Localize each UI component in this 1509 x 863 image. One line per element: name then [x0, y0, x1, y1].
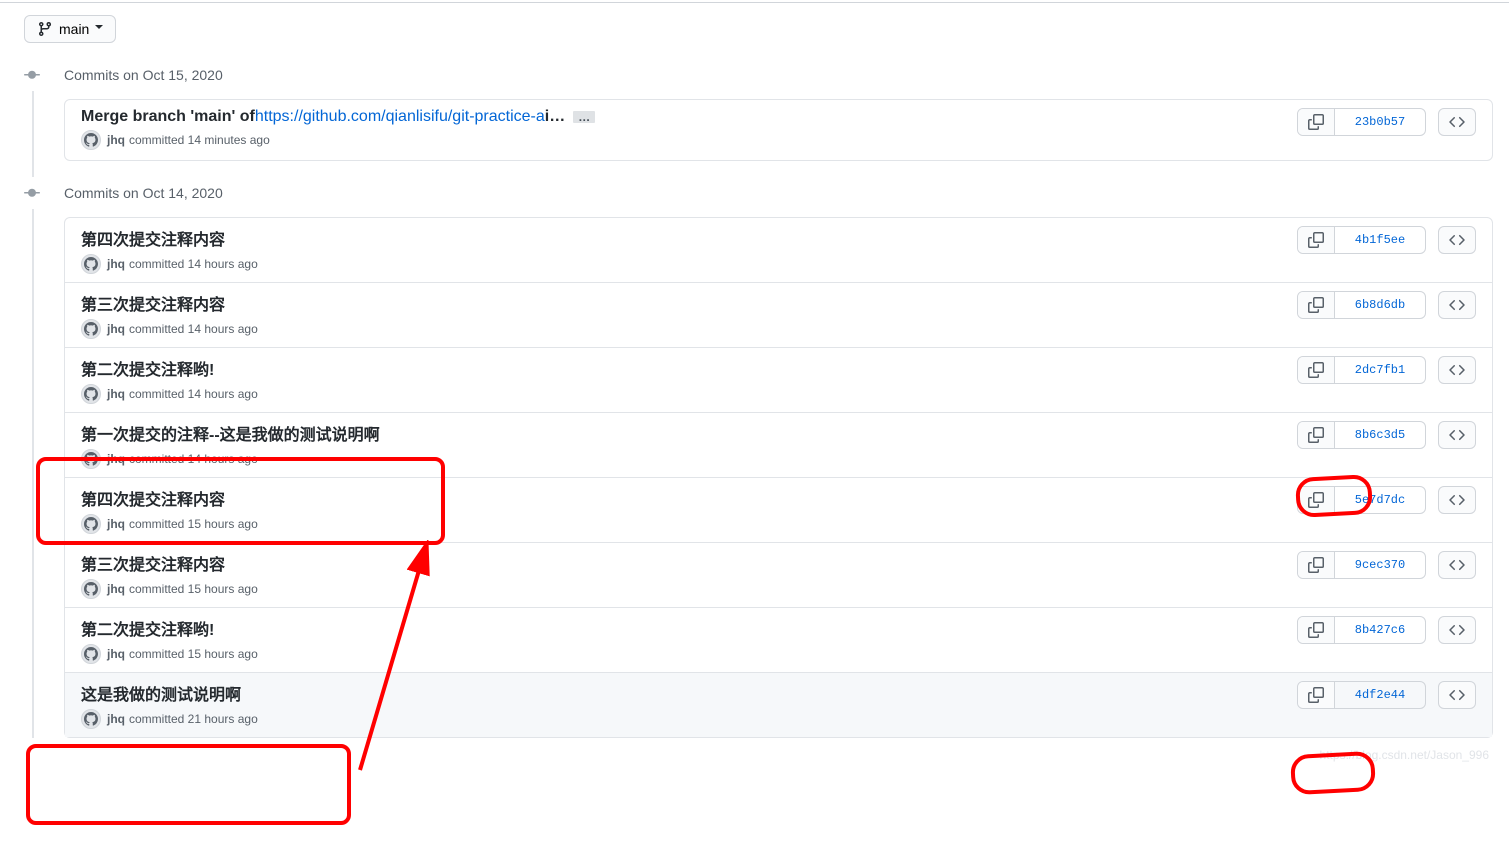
browse-code-button[interactable] — [1438, 486, 1476, 514]
commit-message[interactable]: 第三次提交注释内容 — [81, 551, 225, 575]
copy-sha-button[interactable] — [1298, 617, 1335, 643]
sha-link[interactable]: 4df2e44 — [1335, 682, 1425, 708]
copy-sha-button[interactable] — [1298, 109, 1335, 135]
browse-code-button[interactable] — [1438, 551, 1476, 579]
avatar[interactable] — [81, 319, 101, 339]
copy-sha-button[interactable] — [1298, 552, 1335, 578]
sha-link[interactable]: 9cec370 — [1335, 552, 1425, 578]
commit-message[interactable]: 第二次提交注释哟! — [81, 616, 214, 640]
author-link[interactable]: jhq — [107, 452, 125, 466]
author-link[interactable]: jhq — [107, 647, 125, 661]
copy-sha-button[interactable] — [1298, 227, 1335, 253]
browse-code-button[interactable] — [1438, 108, 1476, 136]
avatar[interactable] — [81, 514, 101, 534]
commit-row: 第二次提交注释哟! jhq committed 14 hours ago 2dc7fb… — [65, 348, 1492, 413]
commit-message[interactable]: 第四次提交注释内容 — [81, 486, 225, 510]
browse-code-button[interactable] — [1438, 616, 1476, 644]
avatar[interactable] — [81, 449, 101, 469]
author-link[interactable]: jhq — [107, 582, 125, 596]
commit-row: 第二次提交注释哟! jhq committed 15 hours ago 8b427c… — [65, 608, 1492, 673]
group-date: Commits on Oct 15, 2020 — [64, 67, 1493, 83]
avatar[interactable] — [81, 384, 101, 404]
commit-row: 第一次提交的注释--这是我做的测试说明啊 jhq committed 14 hour… — [65, 413, 1492, 478]
copy-sha-button[interactable] — [1298, 357, 1335, 383]
sha-link[interactable]: 8b6c3d5 — [1335, 422, 1425, 448]
commit-message[interactable]: 第一次提交的注释--这是我做的测试说明啊 — [81, 421, 380, 445]
commit-time: committed 14 hours ago — [129, 387, 258, 401]
caret-down-icon — [95, 25, 103, 33]
avatar[interactable] — [81, 254, 101, 274]
branch-name-label: main — [59, 21, 89, 37]
sha-link[interactable]: 6b8d6db — [1335, 292, 1425, 318]
sha-link[interactable]: 8b427c6 — [1335, 617, 1425, 643]
commit-message[interactable]: 第三次提交注释内容 — [81, 291, 225, 315]
commit-dot-icon — [16, 59, 48, 91]
sha-link[interactable]: 2dc7fb1 — [1335, 357, 1425, 383]
commit-row: 第四次提交注释内容 jhq committed 14 hours ago 4b1f5e… — [65, 218, 1492, 283]
author-link[interactable]: jhq — [107, 712, 125, 726]
copy-sha-button[interactable] — [1298, 682, 1335, 708]
browse-code-button[interactable] — [1438, 421, 1476, 449]
commit-time: committed 15 hours ago — [129, 517, 258, 531]
sha-link[interactable]: 5e7d7dc — [1335, 487, 1425, 513]
author-link[interactable]: jhq — [107, 257, 125, 271]
commit-message[interactable]: 第二次提交注释哟! — [81, 356, 214, 380]
commit-message-suffix: i… — [545, 108, 565, 126]
commit-time: committed 21 hours ago — [129, 712, 258, 726]
commit-message[interactable]: 这是我做的测试说明啊 — [81, 681, 241, 705]
commit-time: committed 14 minutes ago — [129, 133, 270, 147]
commit-row: 第四次提交注释内容 jhq committed 15 hours ago 5e7d7d… — [65, 478, 1492, 543]
commit-row: 第三次提交注释内容 jhq committed 14 hours ago 6b8d6d… — [65, 283, 1492, 348]
copy-sha-button[interactable] — [1298, 422, 1335, 448]
commit-row: 第三次提交注释内容 jhq committed 15 hours ago 9cec37… — [65, 543, 1492, 608]
commit-time: committed 14 hours ago — [129, 257, 258, 271]
commit-row: Merge branch 'main' of https://github.co… — [65, 100, 1492, 160]
branch-icon — [37, 21, 53, 37]
sha-link[interactable]: 23b0b57 — [1335, 109, 1425, 135]
commit-link[interactable]: https://github.com/qianlisifu/git-practi… — [255, 108, 545, 126]
browse-code-button[interactable] — [1438, 226, 1476, 254]
avatar[interactable] — [81, 709, 101, 729]
commit-time: committed 14 hours ago — [129, 322, 258, 336]
timeline-line — [32, 59, 34, 738]
commit-dot-icon — [16, 177, 48, 209]
browse-code-button[interactable] — [1438, 291, 1476, 319]
copy-sha-button[interactable] — [1298, 292, 1335, 318]
expand-message-button[interactable]: … — [573, 111, 595, 123]
author-link[interactable]: jhq — [107, 133, 125, 147]
commit-message[interactable]: Merge branch 'main' of — [81, 108, 255, 126]
branch-select-button[interactable]: main — [24, 15, 116, 43]
author-link[interactable]: jhq — [107, 322, 125, 336]
avatar[interactable] — [81, 130, 101, 150]
avatar[interactable] — [81, 644, 101, 664]
browse-code-button[interactable] — [1438, 356, 1476, 384]
commit-time: committed 15 hours ago — [129, 582, 258, 596]
avatar[interactable] — [81, 579, 101, 599]
commit-message[interactable]: 第四次提交注释内容 — [81, 226, 225, 250]
browse-code-button[interactable] — [1438, 681, 1476, 709]
commit-time: committed 14 hours ago — [129, 452, 258, 466]
author-link[interactable]: jhq — [107, 517, 125, 531]
author-link[interactable]: jhq — [107, 387, 125, 401]
sha-link[interactable]: 4b1f5ee — [1335, 227, 1425, 253]
group-date: Commits on Oct 14, 2020 — [64, 185, 1493, 201]
copy-sha-button[interactable] — [1298, 487, 1335, 513]
commit-row: 这是我做的测试说明啊 jhq committed 21 hours ago 4df2e… — [65, 673, 1492, 737]
commit-time: committed 15 hours ago — [129, 647, 258, 661]
